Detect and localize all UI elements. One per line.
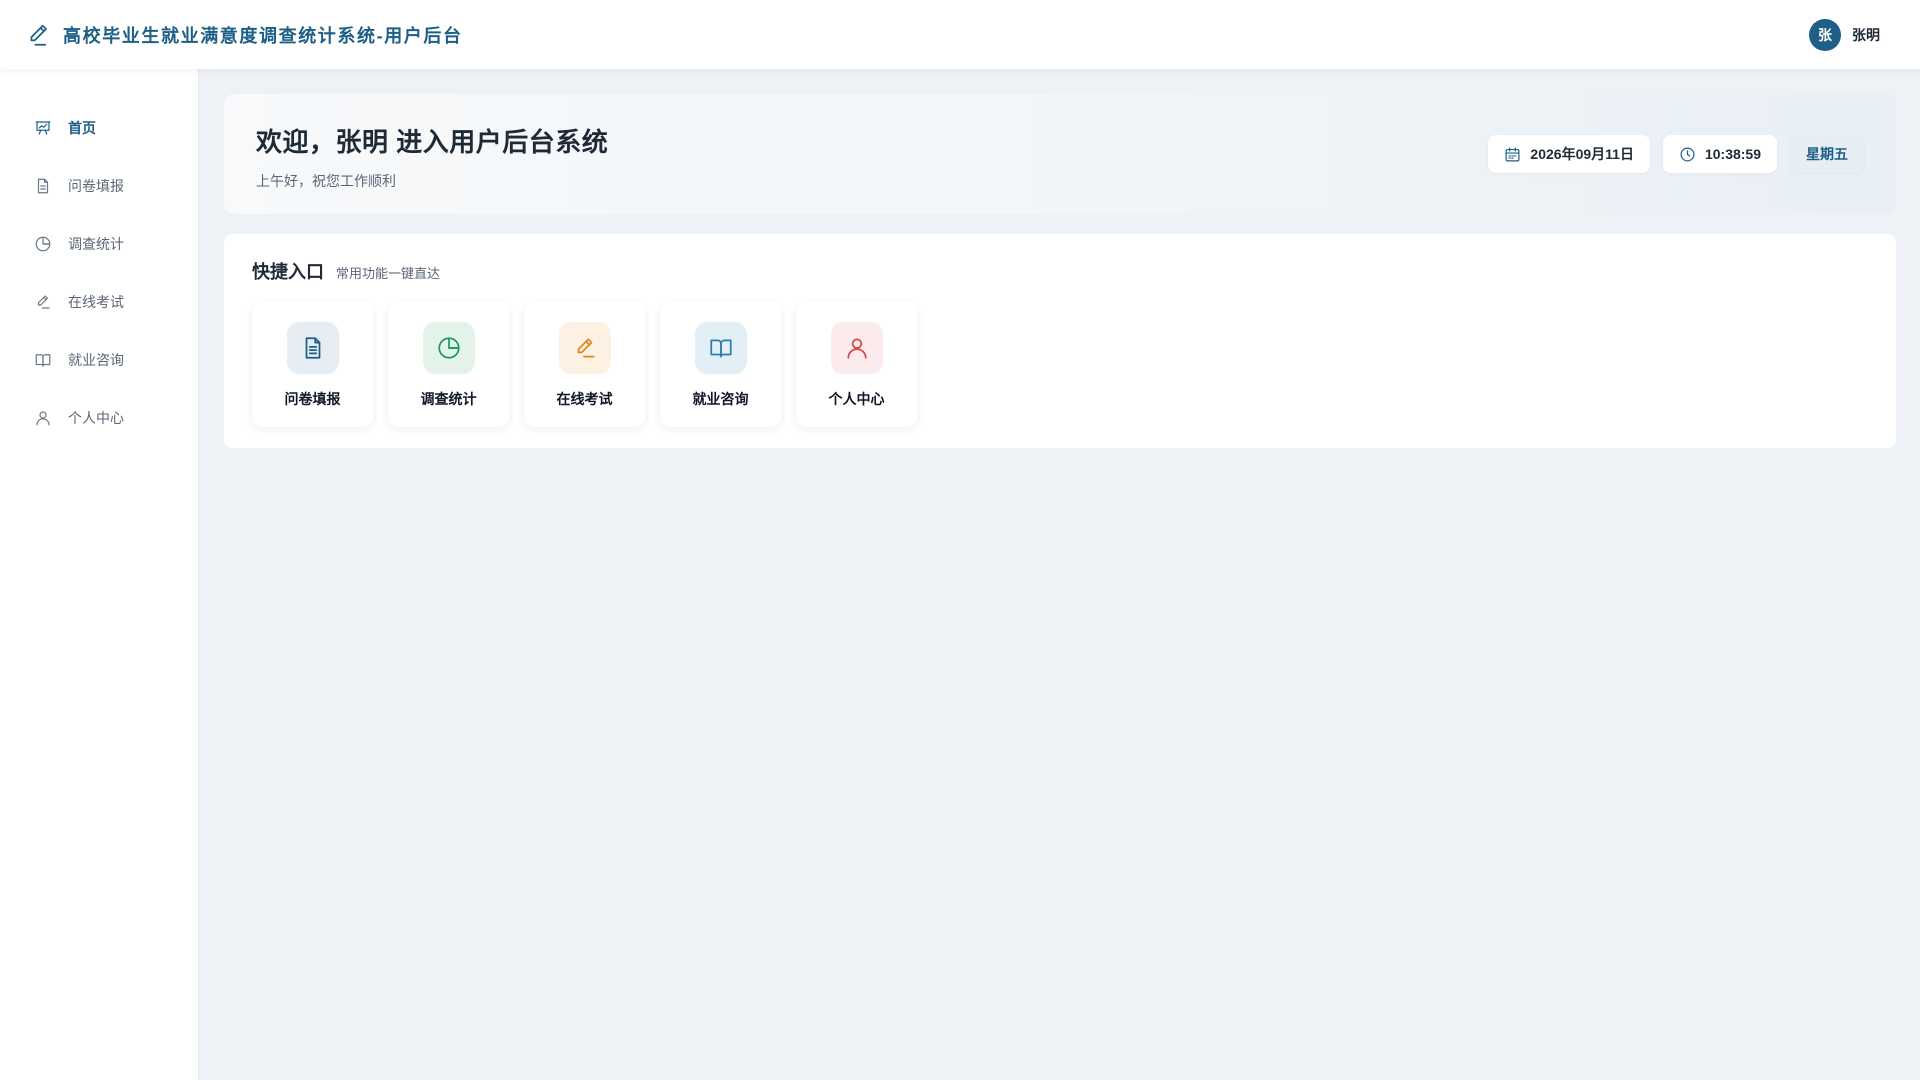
document-icon (34, 177, 52, 195)
welcome-subtitle: 上午好，祝您工作顺利 (256, 173, 396, 189)
pie-chart-icon (422, 322, 475, 374)
sidebar-item-consulting[interactable]: 就业咨询 (0, 331, 198, 389)
user-name[interactable]: 张明 (1852, 25, 1880, 45)
quick-access-subtitle: 常用功能一键直达 (336, 266, 441, 281)
avatar[interactable]: 张 (1809, 18, 1841, 51)
welcome-banner: 欢迎，张明 进入用户后台系统 上午好，祝您工作顺利 2026年09月11日 10… (224, 94, 1896, 214)
book-icon (694, 322, 747, 374)
weekday-text: 星期五 (1806, 146, 1848, 162)
top-header: 高校毕业生就业满意度调查统计系统-用户后台 张 张明 (0, 0, 1920, 69)
quick-tile-label: 就业咨询 (692, 391, 749, 407)
quick-tile-exam[interactable]: 在线考试 (524, 302, 645, 427)
welcome-meta: 2026年09月11日 10:38:59 星期五 (1488, 135, 1864, 173)
user-icon (34, 409, 52, 427)
weekday-chip: 星期五 (1790, 135, 1864, 173)
app-title: 高校毕业生就业满意度调查统计系统-用户后台 (63, 25, 463, 46)
sidebar-item-label: 首页 (68, 120, 96, 136)
pie-chart-icon (34, 235, 52, 253)
time-text: 10:38:59 (1704, 146, 1761, 162)
book-icon (34, 351, 52, 369)
sidebar-item-exam[interactable]: 在线考试 (0, 273, 198, 331)
user-menu[interactable]: 张 张明 (1809, 18, 1880, 51)
sidebar-item-label: 在线考试 (68, 294, 124, 310)
quick-tile-profile[interactable]: 个人中心 (796, 302, 917, 427)
sidebar-item-label: 就业咨询 (68, 352, 124, 368)
quick-tile-label: 在线考试 (556, 391, 613, 407)
quick-access-title: 快捷入口 (252, 262, 324, 282)
quick-access-header: 快捷入口 常用功能一键直达 (252, 258, 1868, 284)
date-text: 2026年09月11日 (1530, 146, 1634, 162)
quick-tile-label: 问卷填报 (284, 391, 341, 407)
user-icon (830, 322, 883, 374)
quick-access-panel: 快捷入口 常用功能一键直达 问卷填报 调查统计 在线考试 就业咨询 个人中心 (224, 234, 1896, 448)
quick-tile-label: 调查统计 (420, 391, 477, 407)
quick-tile-questionnaire[interactable]: 问卷填报 (252, 302, 373, 427)
time-chip: 10:38:59 (1662, 135, 1777, 173)
sidebar-item-questionnaire[interactable]: 问卷填报 (0, 157, 198, 215)
quick-access-tiles: 问卷填报 调查统计 在线考试 就业咨询 个人中心 (252, 302, 1868, 427)
quick-tile-label: 个人中心 (828, 391, 885, 407)
sidebar: 首页 问卷填报 调查统计 在线考试 就业咨询 个人中心 (0, 69, 199, 1080)
sidebar-item-label: 问卷填报 (68, 178, 124, 194)
sidebar-item-statistics[interactable]: 调查统计 (0, 215, 198, 273)
document-icon (286, 322, 339, 374)
pen-icon (34, 293, 52, 311)
calendar-icon (1504, 146, 1521, 163)
quick-tile-consulting[interactable]: 就业咨询 (660, 302, 781, 427)
sidebar-item-home[interactable]: 首页 (0, 99, 198, 157)
sidebar-item-label: 调查统计 (68, 236, 124, 252)
sidebar-item-profile[interactable]: 个人中心 (0, 389, 198, 447)
pen-icon (558, 322, 611, 374)
presentation-chart-icon (34, 119, 52, 137)
clock-icon (1679, 146, 1696, 163)
pen-icon (26, 22, 52, 48)
sidebar-item-label: 个人中心 (68, 410, 124, 426)
quick-tile-statistics[interactable]: 调查统计 (388, 302, 509, 427)
date-chip: 2026年09月11日 (1488, 135, 1650, 173)
